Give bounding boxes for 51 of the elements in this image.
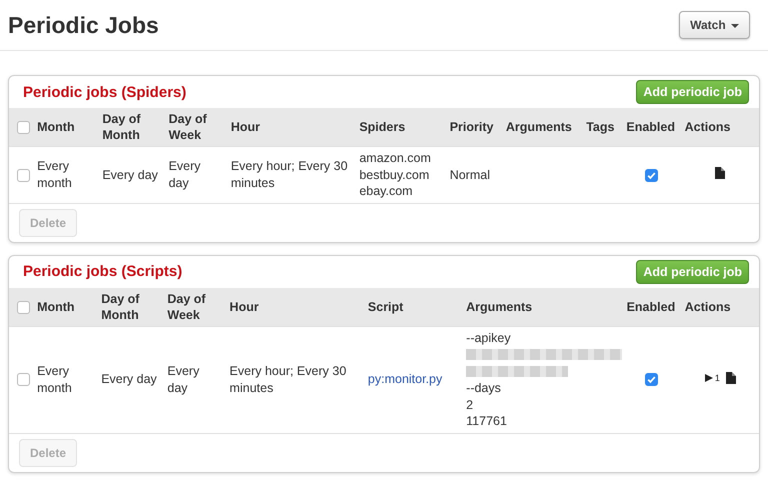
column-header: Day of Month	[102, 112, 141, 142]
table-cell: Every day	[167, 364, 200, 394]
table-cell: Every day	[101, 372, 157, 386]
cell-line: bestbuy.com	[359, 166, 430, 183]
table-cell: Every month	[37, 159, 72, 190]
script-link[interactable]: py:monitor.py	[368, 372, 442, 386]
table-cell: Every day	[102, 168, 158, 182]
column-header: Hour	[230, 300, 259, 314]
column-header: Script	[368, 300, 404, 314]
watch-button[interactable]: Watch	[679, 11, 750, 39]
table-cell: Every hour; Every 30 minutes	[230, 159, 348, 190]
select-all-checkbox[interactable]	[17, 300, 30, 314]
column-header: Enabled	[626, 300, 676, 314]
column-header: Month	[37, 300, 75, 314]
table-cell: Normal	[450, 168, 490, 182]
select-all-checkbox[interactable]	[17, 121, 30, 134]
table-cell: Every month	[37, 364, 72, 394]
column-header: Hour	[230, 120, 260, 134]
add-periodic-job-button[interactable]: Add periodic job	[636, 80, 749, 104]
cell-line: --apikey	[466, 330, 511, 346]
cell-line: 2	[466, 396, 474, 413]
column-header: Day of Week	[167, 292, 206, 322]
table-cell: Every day	[168, 159, 201, 190]
run-button[interactable]: 1	[704, 373, 720, 384]
table-cell: Every hour; Every 30 minutes	[230, 364, 346, 394]
enabled-checkbox[interactable]	[644, 168, 658, 182]
caret-icon	[731, 24, 739, 28]
file-icon[interactable]	[726, 372, 736, 384]
add-periodic-job-button[interactable]: Add periodic job	[636, 260, 749, 284]
column-header: Day of Month	[101, 292, 140, 322]
file-icon[interactable]	[714, 166, 725, 178]
row-checkbox[interactable]	[17, 168, 30, 182]
column-header: Month	[37, 120, 75, 134]
column-header: Day of Week	[168, 112, 207, 142]
column-header: Actions	[684, 300, 731, 314]
row-checkbox[interactable]	[17, 373, 30, 386]
cell-line: amazon.com	[359, 150, 431, 166]
cell-line: --days	[466, 380, 501, 396]
panel-title: Periodic jobs (Spiders)	[23, 84, 186, 100]
column-header: Priority	[450, 120, 494, 134]
cell-line: 117761	[466, 413, 507, 430]
column-header: Tags	[586, 120, 614, 134]
column-header: Arguments	[506, 120, 572, 134]
column-header: Spiders	[359, 120, 406, 134]
cell-line: ebay.com	[359, 183, 413, 200]
column-header: Arguments	[466, 300, 532, 314]
panel-title: Periodic jobs (Scripts)	[23, 263, 182, 280]
column-header: Actions	[684, 120, 730, 134]
page-title: Periodic Jobs	[8, 12, 159, 38]
enabled-checkbox[interactable]	[645, 373, 658, 386]
column-header: Enabled	[626, 120, 675, 134]
